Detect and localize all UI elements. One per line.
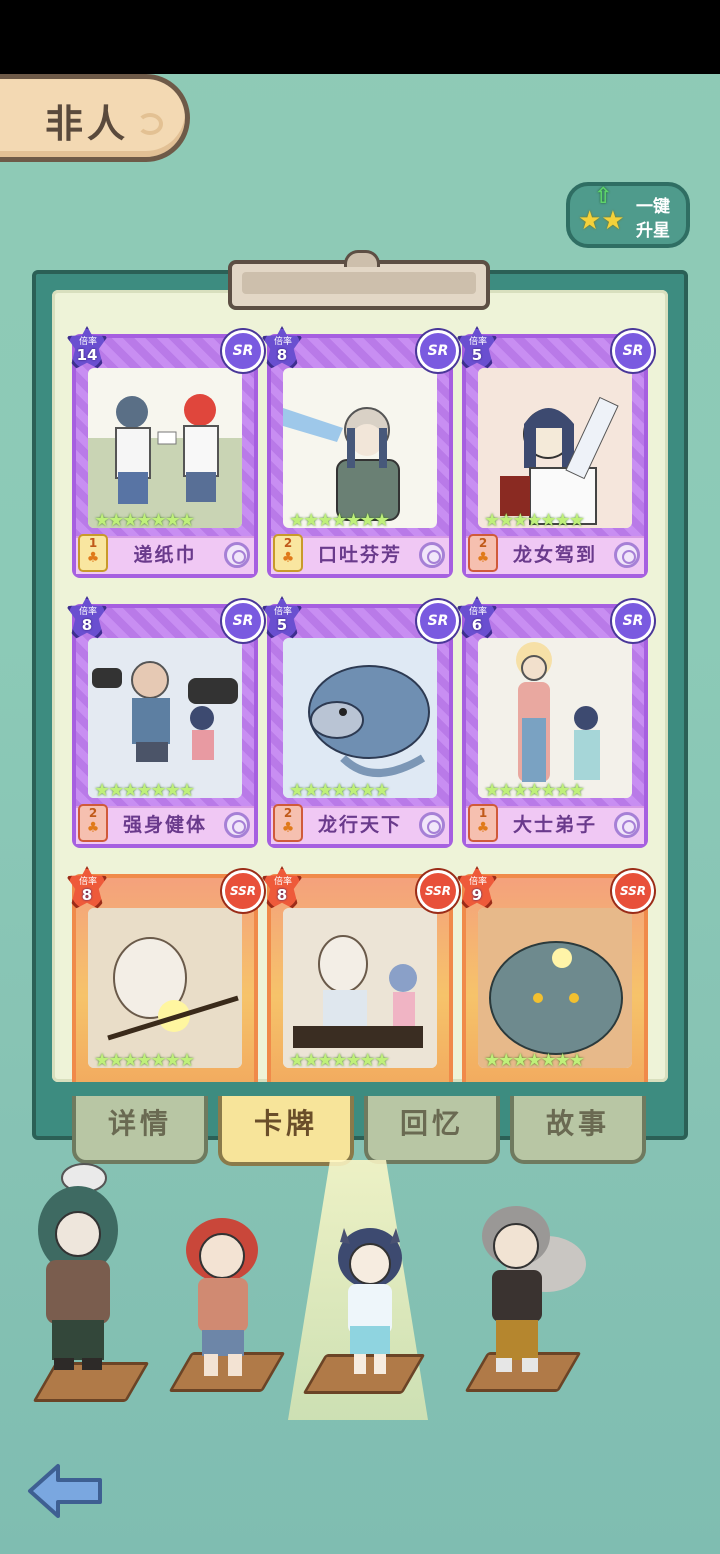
character-red-hair[interactable]: [178, 1212, 274, 1392]
card-grid: 倍率 14 SR ★★★★★★★ 递纸巾 1 ♣ 倍率 8 SR ★★★★★★★: [52, 290, 668, 1082]
star-rating: ★★★★★★★: [94, 510, 195, 531]
status-bar: [0, 0, 720, 74]
bell-icon: ♣: [281, 550, 295, 566]
multiplier-value: 8: [81, 616, 93, 634]
rarity-badge: SSR: [417, 870, 459, 912]
multiplier-value: 8: [81, 886, 93, 904]
multiplier-value: 8: [276, 346, 288, 364]
star-rating: ★★★★★★★: [484, 510, 585, 531]
rarity-badge: SR: [612, 330, 654, 372]
rarity-badge: SR: [222, 330, 264, 372]
card-5[interactable]: 倍率 5 SR ★★★★★★★ 龙行天下 2 ♣: [261, 596, 459, 848]
card-art: [283, 368, 437, 528]
star-rating: ★★★★★★★: [289, 510, 390, 531]
star-rating: ★★★★★★★: [94, 1050, 195, 1071]
level-box: 2 ♣: [78, 804, 108, 842]
multiplier-value: 5: [276, 616, 288, 634]
multiplier-value: 5: [471, 346, 483, 364]
star-rating: ★★★★★★★: [94, 780, 195, 801]
upgrade-label-line2: 升星: [636, 221, 670, 241]
view-card-button[interactable]: [614, 542, 640, 568]
rarity-badge: SR: [612, 600, 654, 642]
level-box: 2 ♣: [468, 534, 498, 572]
card-art: [88, 908, 242, 1068]
view-card-button[interactable]: [419, 542, 445, 568]
level-box: 2 ♣: [273, 804, 303, 842]
bell-icon: ♣: [86, 550, 100, 566]
upgrade-label-line1: 一键: [636, 197, 670, 217]
card-art: [283, 638, 437, 798]
multiplier-value: 6: [471, 616, 483, 634]
card-2[interactable]: 倍率 8 SR ★★★★★★★ 口吐芬芳 2 ♣: [261, 326, 459, 578]
level-value: 2: [88, 806, 98, 820]
view-card-button[interactable]: [224, 812, 250, 838]
star-rating: ★★★★★★★: [484, 1050, 585, 1071]
view-card-button[interactable]: [419, 812, 445, 838]
rarity-badge: SSR: [222, 870, 264, 912]
card-8[interactable]: 倍率 8 SSR ★★★★★★★: [261, 866, 459, 1082]
level-box: 1 ♣: [468, 804, 498, 842]
back-button[interactable]: [26, 1462, 104, 1520]
level-value: 2: [283, 536, 293, 550]
tab-cards[interactable]: 卡牌: [218, 1096, 354, 1166]
card-art: [88, 638, 242, 798]
page-title-tab: 非人: [0, 74, 190, 162]
card-9[interactable]: 倍率 9 SSR ★★★★★★★: [456, 866, 654, 1082]
rarity-badge: SR: [222, 600, 264, 642]
rarity-badge: SR: [417, 600, 459, 642]
level-value: 1: [478, 806, 488, 820]
card-art: [283, 908, 437, 1068]
level-value: 2: [478, 536, 488, 550]
card-7[interactable]: 倍率 8 SSR ★★★★★★★: [66, 866, 264, 1082]
rarity-badge: SSR: [612, 870, 654, 912]
swirl-decoration-icon: [137, 113, 163, 135]
bell-icon: ♣: [86, 820, 100, 836]
view-card-button[interactable]: [614, 812, 640, 838]
tab-memories[interactable]: 回忆: [364, 1096, 500, 1164]
one-click-upgrade-button[interactable]: ⇧ ★★ 一键 升星: [566, 182, 690, 248]
card-art: [88, 368, 242, 528]
multiplier-value: 8: [276, 886, 288, 904]
level-value: 1: [88, 536, 98, 550]
star-rating: ★★★★★★★: [289, 780, 390, 801]
multiplier-value: 14: [76, 346, 98, 364]
bell-icon: ♣: [476, 820, 490, 836]
card-1[interactable]: 倍率 14 SR ★★★★★★★ 递纸巾 1 ♣: [66, 326, 264, 578]
level-box: 2 ♣: [273, 534, 303, 572]
card-art: [478, 368, 632, 528]
stars-upgrade-icon: ★★: [578, 206, 625, 236]
level-value: 2: [283, 806, 293, 820]
star-rating: ★★★★★★★: [289, 1050, 390, 1071]
tab-details[interactable]: 详情: [72, 1096, 208, 1164]
view-card-button[interactable]: [224, 542, 250, 568]
star-rating: ★★★★★★★: [484, 780, 585, 801]
character-green-hair[interactable]: [24, 1160, 134, 1390]
character-dragon-girl[interactable]: [320, 1220, 416, 1390]
card-art: [478, 908, 632, 1068]
page-title: 非人: [45, 102, 130, 146]
rarity-badge: SR: [417, 330, 459, 372]
level-box: 1 ♣: [78, 534, 108, 572]
card-art: [478, 638, 632, 798]
bell-icon: ♣: [476, 550, 490, 566]
card-6[interactable]: 倍率 6 SR ★★★★★★★ 大士弟子 1 ♣: [456, 596, 654, 848]
clipboard-clip: [228, 250, 490, 310]
bell-icon: ♣: [281, 820, 295, 836]
card-3[interactable]: 倍率 5 SR ★★★★★★★ 龙女驾到 2 ♣: [456, 326, 654, 578]
character-grey-hair[interactable]: [466, 1196, 590, 1396]
multiplier-value: 9: [471, 886, 483, 904]
card-4[interactable]: 倍率 8 SR ★★★★★★★ 强身健体 2 ♣: [66, 596, 264, 848]
tab-story[interactable]: 故事: [510, 1096, 646, 1164]
